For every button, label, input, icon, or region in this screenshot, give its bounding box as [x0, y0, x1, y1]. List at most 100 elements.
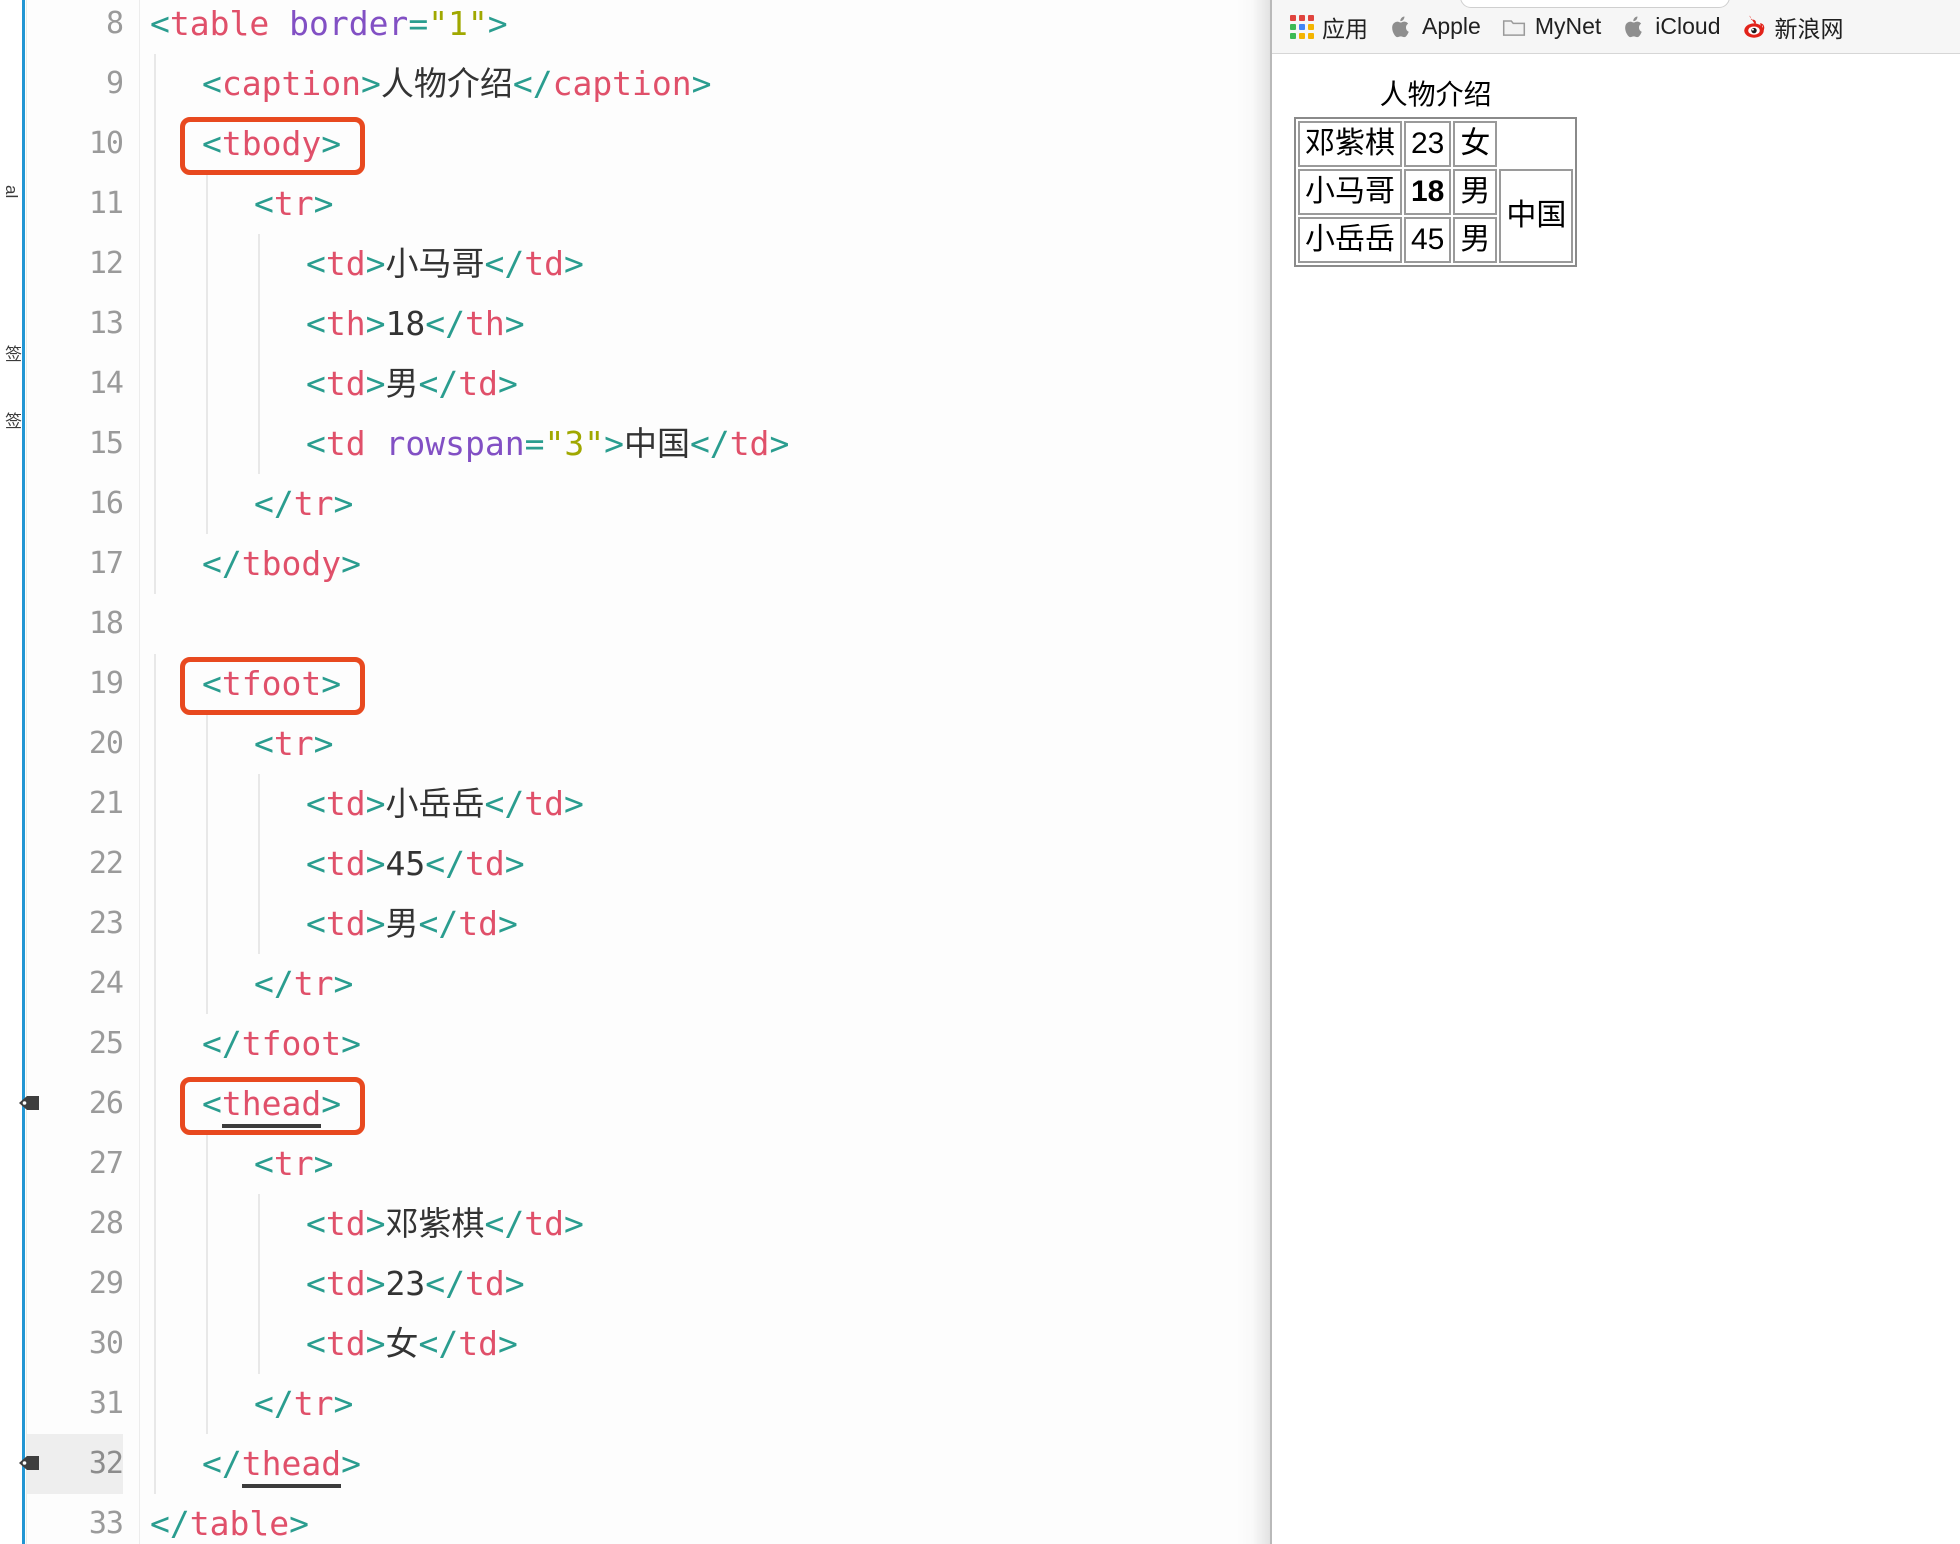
code-token-ang: > — [366, 904, 386, 943]
line-number[interactable]: 30 — [27, 1314, 123, 1374]
code-token-ang: </ — [202, 544, 242, 583]
omnibox-remnant[interactable] — [1460, 0, 1730, 8]
table-cell: 邓紫棋 — [1298, 121, 1402, 167]
bookmark-label: 应用 — [1322, 10, 1368, 44]
bookmark-item-MyNet[interactable]: MyNet — [1491, 10, 1611, 43]
code-line[interactable]: </tfoot> — [202, 1014, 361, 1074]
code-token-ang: </ — [150, 1504, 190, 1543]
line-number[interactable]: 14 — [27, 354, 123, 414]
side-strip-label-2[interactable]: 签 — [0, 412, 24, 462]
code-editor-pane[interactable]: al 签 签 <table border="1"><caption>人物介绍</… — [0, 0, 1272, 1544]
indent-guide — [206, 1134, 208, 1194]
code-line[interactable]: <tr> — [254, 1134, 334, 1194]
code-line[interactable]: <tbody> — [202, 114, 341, 174]
bookmark-item-新浪网[interactable]: 新浪网 — [1731, 7, 1854, 47]
code-token-ang: > — [505, 844, 525, 883]
code-line[interactable]: </tr> — [254, 1374, 353, 1434]
code-token-ang: </ — [254, 484, 294, 523]
bookmark-item-Apple[interactable]: Apple — [1378, 10, 1491, 43]
line-number[interactable]: 20 — [27, 714, 123, 774]
side-strip-label-0[interactable]: al — [0, 185, 24, 225]
line-number[interactable]: 12 — [27, 234, 123, 294]
code-line[interactable]: <tfoot> — [202, 654, 341, 714]
bookmark-tag-icon[interactable] — [18, 1453, 40, 1473]
code-token-ang: </ — [485, 784, 525, 823]
line-number[interactable]: 18 — [27, 594, 123, 654]
gutter-edge-divider — [139, 0, 140, 1544]
line-number[interactable]: 19 — [27, 654, 123, 714]
line-number[interactable]: 25 — [27, 1014, 123, 1074]
code-line[interactable]: <tr> — [254, 714, 334, 774]
line-number[interactable]: 28 — [27, 1194, 123, 1254]
table-cell: 小马哥 — [1298, 169, 1402, 215]
line-number[interactable]: 26 — [27, 1074, 123, 1134]
code-line[interactable]: <td>23</td> — [306, 1254, 525, 1314]
line-number[interactable]: 29 — [27, 1254, 123, 1314]
code-line[interactable]: <td rowspan="3">中国</td> — [306, 414, 789, 474]
code-line[interactable]: <td>小马哥</td> — [306, 234, 584, 294]
line-number[interactable]: 22 — [27, 834, 123, 894]
bookmark-item-应用[interactable]: 应用 — [1280, 7, 1378, 47]
code-line[interactable]: <th>18</th> — [306, 294, 525, 354]
code-line[interactable]: </table> — [150, 1494, 309, 1544]
rendered-page-content: 人物介绍 邓紫棋23女小马哥18男中国小岳岳45男 — [1272, 55, 1960, 1544]
indent-guide — [154, 1134, 156, 1194]
code-token-str: "3" — [544, 424, 604, 463]
code-token-txt — [269, 4, 289, 43]
indent-guide — [258, 774, 260, 834]
code-line[interactable]: <td>邓紫棋</td> — [306, 1194, 584, 1254]
editor-side-strip[interactable]: al 签 签 — [0, 0, 22, 1544]
code-token-tag: tr — [294, 1384, 334, 1423]
code-line[interactable]: </tr> — [254, 954, 353, 1014]
code-line[interactable]: <td>男</td> — [306, 354, 518, 414]
side-strip-label-1[interactable]: 签 — [0, 345, 24, 395]
line-number[interactable]: 13 — [27, 294, 123, 354]
line-number[interactable]: 32 — [27, 1434, 123, 1494]
bookmarks-bar[interactable]: 应用 AppleMyNet iCloud 新浪网 — [1272, 0, 1960, 54]
table-cell: 小岳岳 — [1298, 217, 1402, 263]
line-number[interactable]: 21 — [27, 774, 123, 834]
code-line[interactable]: <thead> — [202, 1074, 341, 1134]
code-token-txt — [366, 424, 386, 463]
code-token-ang: < — [306, 304, 326, 343]
code-token-tag: td — [465, 844, 505, 883]
code-token-ang: > — [505, 304, 525, 343]
code-line[interactable]: </tbody> — [202, 534, 361, 594]
line-number[interactable]: 9 — [27, 54, 123, 114]
line-number[interactable]: 10 — [27, 114, 123, 174]
indent-guide — [154, 114, 156, 174]
line-number[interactable]: 23 — [27, 894, 123, 954]
code-line[interactable]: <td>女</td> — [306, 1314, 518, 1374]
code-line[interactable]: <td>45</td> — [306, 834, 525, 894]
line-number[interactable]: 31 — [27, 1374, 123, 1434]
line-number[interactable]: 27 — [27, 1134, 123, 1194]
code-line[interactable]: <tr> — [254, 174, 334, 234]
code-token-txt: 小马哥 — [386, 244, 485, 283]
indent-guide — [154, 54, 156, 114]
code-token-ang: > — [505, 1264, 525, 1303]
bookmark-item-iCloud[interactable]: iCloud — [1611, 10, 1730, 43]
code-token-ang: </ — [419, 1324, 459, 1363]
table-cell: 45 — [1404, 217, 1451, 263]
code-line[interactable]: <table border="1"> — [150, 0, 508, 54]
code-token-txt: 小岳岳 — [386, 784, 485, 823]
code-line[interactable]: <caption>人物介绍</caption> — [202, 54, 712, 114]
table-row: 邓紫棋23女 — [1298, 121, 1573, 167]
line-number[interactable]: 17 — [27, 534, 123, 594]
indent-guide — [154, 534, 156, 594]
line-number[interactable]: 15 — [27, 414, 123, 474]
code-line[interactable]: <td>男</td> — [306, 894, 518, 954]
code-line[interactable]: </tr> — [254, 474, 353, 534]
line-number[interactable]: 8 — [27, 0, 123, 54]
code-token-ang: < — [306, 1264, 326, 1303]
bookmark-tag-icon[interactable] — [18, 1093, 40, 1113]
code-token-ang: < — [306, 1324, 326, 1363]
line-number[interactable]: 24 — [27, 954, 123, 1014]
indent-guide — [154, 294, 156, 354]
code-line[interactable]: <td>小岳岳</td> — [306, 774, 584, 834]
bookmark-label: iCloud — [1655, 13, 1720, 40]
line-number[interactable]: 33 — [27, 1494, 123, 1544]
code-line[interactable]: </thead> — [202, 1434, 361, 1494]
line-number[interactable]: 11 — [27, 174, 123, 234]
line-number[interactable]: 16 — [27, 474, 123, 534]
